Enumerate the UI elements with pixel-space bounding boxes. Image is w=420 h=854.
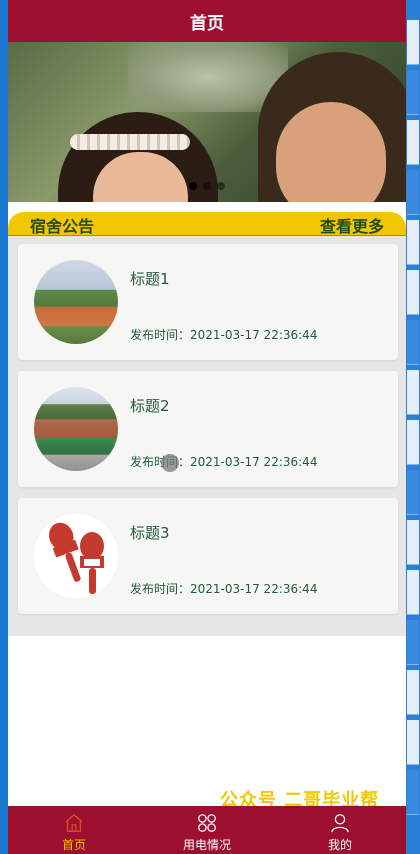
carousel-indicator	[8, 182, 406, 190]
bottom-tab-bar: 首页 用电情况 我的	[8, 806, 406, 854]
carousel-dot-2[interactable]	[203, 182, 211, 190]
list-item[interactable]: 标题3 发布时间：2021-03-17 22:36:44	[18, 498, 398, 614]
page-title: 首页	[190, 13, 224, 34]
post-time: 发布时间：2021-03-17 22:36:44	[130, 455, 318, 469]
touch-cursor	[161, 454, 179, 472]
post-thumbnail	[34, 387, 118, 471]
post-time: 发布时间：2021-03-17 22:36:44	[130, 582, 318, 596]
list-item[interactable]: 标题2 发布时间：2021-03-17 22:36:44	[18, 371, 398, 487]
tab-profile[interactable]: 我的	[274, 806, 406, 854]
banner-carousel[interactable]	[8, 42, 406, 202]
carousel-dot-1[interactable]	[189, 182, 197, 190]
grid-icon	[198, 814, 216, 832]
user-icon	[331, 814, 349, 833]
post-thumbnail	[34, 514, 118, 598]
tab-power-usage-label: 用电情况	[182, 838, 231, 852]
notice-section-header: 宿舍公告 查看更多	[8, 212, 406, 236]
post-title: 标题3	[130, 524, 170, 542]
post-thumbnail	[34, 260, 118, 344]
page-header: 首页	[8, 0, 406, 42]
window-frame-left	[0, 0, 8, 854]
news-microphone-icon	[34, 514, 118, 598]
post-time: 发布时间：2021-03-17 22:36:44	[130, 328, 318, 342]
notice-section-title: 宿舍公告	[30, 217, 95, 236]
list-item[interactable]: 标题1 发布时间：2021-03-17 22:36:44	[18, 244, 398, 360]
carousel-dot-3[interactable]	[217, 182, 225, 190]
tab-power-usage[interactable]: 用电情况	[141, 806, 273, 854]
post-title: 标题1	[130, 270, 170, 288]
post-title: 标题2	[130, 397, 170, 415]
tab-profile-label: 我的	[327, 838, 352, 852]
background-window-strip	[406, 0, 420, 854]
tab-home[interactable]: 首页	[8, 806, 140, 854]
notice-list: 标题1 发布时间：2021-03-17 22:36:44 标题2 发布时间：20…	[8, 236, 406, 636]
view-more-link[interactable]: 查看更多	[320, 213, 384, 237]
phone-screen: 首页 宿舍公告 查看更多 标题1 发布时间：2021-03-17 22:36:4…	[8, 0, 406, 854]
tab-home-label: 首页	[61, 838, 86, 852]
home-icon	[65, 813, 83, 832]
